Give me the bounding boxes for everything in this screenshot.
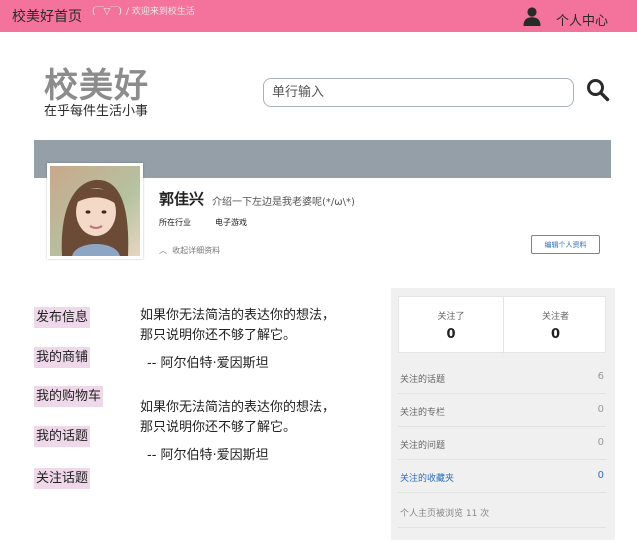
follow-stats: 关注了 0 关注者 0 [398, 296, 607, 354]
stat-label: 关注的专栏 [400, 408, 446, 418]
stat-count: 0 [597, 404, 604, 415]
welcome-text: / 欢迎来到校生活 [126, 7, 195, 17]
stat-row-followed-collections[interactable]: 关注的收藏夹 0 [398, 460, 606, 493]
stat-row-followed-questions[interactable]: 关注的问题 0 [398, 427, 606, 460]
chevron-up-icon: ︿ [159, 246, 167, 255]
quote-text: 如果你无法简洁的表达你的想法，那只说明你还不够了解它。 [140, 308, 336, 343]
stat-count: 0 [597, 470, 604, 481]
search-input[interactable] [263, 78, 574, 107]
divider [398, 527, 606, 528]
quote-text: 如果你无法简洁的表达你的想法，那只说明你还不够了解它。 [140, 400, 336, 435]
quote-author: -- 阿尔伯特·爱因斯坦 [147, 356, 269, 371]
quote-author: -- 阿尔伯特·爱因斯坦 [147, 448, 269, 463]
industry-value: 电子游戏 [215, 218, 247, 227]
stat-row-followed-topics[interactable]: 关注的话题 6 [398, 361, 606, 394]
site-home-link[interactable]: 校美好首页 [12, 6, 82, 26]
user-name: 郭佳兴 [159, 190, 205, 208]
nav-item-my-shop[interactable]: 我的商铺 [34, 347, 91, 368]
user-intro: 介绍一下左边是我老婆呢(*/ω\*) [212, 197, 355, 208]
stat-label: 关注的问题 [400, 441, 446, 451]
collapse-details-link[interactable]: ︿ 收起详细资料 [159, 245, 220, 256]
stat-label: 关注的话题 [400, 375, 446, 385]
stat-count: 6 [597, 371, 604, 382]
collapse-details-label: 收起详细资料 [172, 246, 221, 255]
nav-item-my-cart[interactable]: 我的购物车 [34, 386, 104, 407]
stat-label: 关注的收藏夹 [400, 474, 455, 484]
avatar-photo [50, 166, 140, 256]
avatar[interactable] [47, 163, 143, 259]
stat-count: 0 [597, 437, 604, 448]
search-icon[interactable] [586, 78, 610, 102]
nav-item-follow-topics[interactable]: 关注话题 [34, 468, 91, 489]
stat-row-followed-columns[interactable]: 关注的专栏 0 [398, 394, 606, 427]
following-stat[interactable]: 关注了 0 [399, 297, 503, 354]
nav-item-my-topics[interactable]: 我的话题 [34, 426, 91, 447]
industry-label: 所在行业 [159, 218, 191, 227]
nav-item-post-info[interactable]: 发布信息 [34, 307, 91, 328]
site-slogan: 在乎每件生活小事 [44, 104, 149, 119]
user-icon[interactable] [522, 6, 542, 26]
followers-stat[interactable]: 关注者 0 [503, 297, 607, 354]
following-count: 0 [446, 327, 456, 342]
followers-count: 0 [550, 327, 561, 342]
following-label: 关注了 [437, 312, 465, 322]
user-center-link[interactable]: 个人中心 [556, 10, 608, 29]
top-nav-bar: 校美好首页 (￣▽￣) / 欢迎来到校生活 个人中心 [0, 0, 637, 32]
followers-label: 关注者 [541, 312, 569, 322]
kaomoji-text: (￣▽￣) [92, 7, 122, 17]
profile-views-text: 个人主页被浏览 11 次 [400, 509, 490, 519]
edit-profile-button[interactable]: 编辑个人资料 [531, 235, 600, 254]
